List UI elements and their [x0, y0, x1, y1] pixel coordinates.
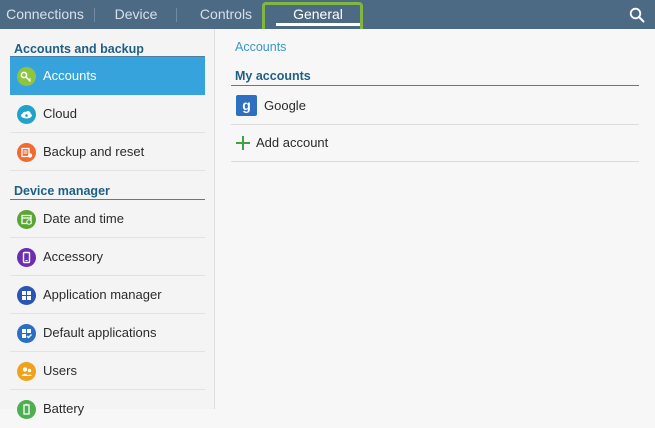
- account-label: Google: [264, 98, 306, 113]
- sidebar-item-users[interactable]: Users: [10, 352, 205, 390]
- sidebar-item-battery[interactable]: Battery: [10, 390, 205, 428]
- my-accounts-header: My accounts: [235, 69, 311, 83]
- sidebar-item-accounts[interactable]: Accounts: [10, 57, 205, 95]
- tab-connections[interactable]: Connections: [6, 0, 84, 29]
- grid-icon: [17, 286, 36, 305]
- tab-divider: [94, 8, 95, 22]
- calendar-icon: [17, 210, 36, 229]
- tab-divider: [176, 8, 177, 22]
- breadcrumb[interactable]: Accounts: [235, 40, 286, 54]
- sidebar-item-application-manager[interactable]: Application manager: [10, 276, 205, 314]
- row-divider: [231, 161, 639, 162]
- sidebar-item-label: Backup and reset: [43, 144, 145, 159]
- sidebar-item-label: Application manager: [43, 287, 162, 302]
- battery-icon: [17, 400, 36, 419]
- sidebar-item-label: Battery: [43, 401, 85, 416]
- tab-device[interactable]: Device: [104, 0, 168, 29]
- sidebar-item-backup-reset[interactable]: Backup and reset: [10, 133, 205, 171]
- add-account-label: Add account: [256, 135, 329, 150]
- accounts-detail-pane: Accounts My accounts g Google Add accoun…: [216, 29, 655, 409]
- sidebar-item-label: Date and time: [43, 211, 124, 226]
- backup-icon: [17, 143, 36, 162]
- sidebar-item-date-time[interactable]: Date and time: [10, 200, 205, 238]
- settings-sidebar: Accounts and backup Accounts Cloud Backu…: [0, 29, 215, 419]
- sidebar-item-label: Cloud: [43, 106, 77, 121]
- google-icon: g: [236, 95, 257, 116]
- section-divider: [231, 85, 639, 86]
- apps-check-icon: [17, 324, 36, 343]
- sidebar-item-label: Users: [43, 363, 77, 378]
- sidebar-item-label: Accessory: [43, 249, 103, 264]
- tab-controls[interactable]: Controls: [190, 0, 262, 29]
- users-icon: [17, 362, 36, 381]
- sidebar-item-default-applications[interactable]: Default applications: [10, 314, 205, 352]
- sidebar-item-cloud[interactable]: Cloud: [10, 95, 205, 133]
- key-icon: [17, 67, 36, 86]
- sidebar-item-accessory[interactable]: Accessory: [10, 238, 205, 276]
- sidebar-item-label: Default applications: [43, 325, 157, 340]
- plus-icon: [236, 136, 250, 150]
- section-title-device-manager: Device manager: [14, 184, 110, 198]
- search-icon[interactable]: [629, 7, 645, 23]
- accessory-icon: [17, 248, 36, 267]
- cloud-icon: [17, 105, 36, 124]
- sidebar-item-label: Accounts: [43, 68, 97, 83]
- row-divider: [231, 124, 639, 125]
